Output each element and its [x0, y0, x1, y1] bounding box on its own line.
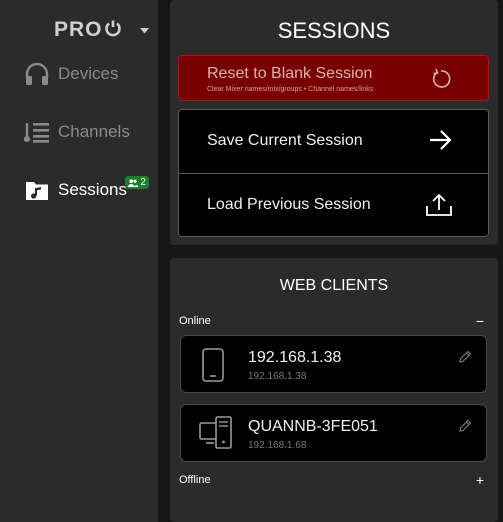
phone-icon: [201, 348, 225, 387]
online-section-label: Online: [179, 315, 211, 327]
badge-count: 2: [140, 177, 146, 188]
sidebar-item-channels[interactable]: Channels: [24, 117, 130, 147]
session-actions: Save Current Session Load Previous Sessi…: [178, 109, 489, 237]
sessions-folder-icon: [24, 177, 50, 203]
reset-session-sublabel: Clear Mixer names/mix/groups • Channel n…: [207, 86, 374, 93]
edit-icon[interactable]: [458, 419, 472, 438]
sidebar: PRO Devices Channels Sessions 2: [0, 0, 158, 522]
edit-icon[interactable]: [458, 350, 472, 369]
client-ip: 192.168.1.38: [248, 371, 307, 382]
users-icon: [128, 178, 139, 187]
save-session-label: Save Current Session: [207, 132, 363, 149]
collapse-online-button[interactable]: −: [476, 313, 484, 329]
expand-offline-button[interactable]: +: [476, 472, 484, 488]
upload-icon: [426, 193, 452, 222]
web-clients-panel: WEB CLIENTS Online − 192.168.1.38 192.16…: [170, 258, 498, 522]
app-logo-menu[interactable]: PRO: [54, 18, 149, 42]
client-name: 192.168.1.38: [248, 349, 342, 366]
arrow-right-icon: [428, 129, 452, 156]
offline-section-label: Offline: [179, 474, 211, 486]
sidebar-item-label: Sessions: [58, 180, 127, 199]
sidebar-item-label: Devices: [58, 64, 119, 83]
reset-session-label: Reset to Blank Session: [207, 65, 373, 82]
reset-icon: [430, 68, 452, 95]
load-session-button[interactable]: Load Previous Session: [179, 174, 488, 237]
sidebar-item-sessions[interactable]: Sessions 2: [24, 175, 149, 205]
client-name: QUANNB-3FE051: [248, 418, 378, 435]
logo-text: PRO: [54, 18, 103, 41]
sidebar-item-devices[interactable]: Devices: [24, 59, 118, 89]
clients-count-badge: 2: [125, 176, 149, 189]
load-session-label: Load Previous Session: [207, 196, 371, 213]
web-clients-title: WEB CLIENTS: [279, 277, 389, 294]
headphones-icon: [24, 61, 50, 87]
sidebar-item-label-wrap: Sessions 2: [58, 176, 149, 200]
sessions-title: SESSIONS: [277, 18, 391, 43]
reset-session-button[interactable]: Reset to Blank Session Clear Mixer names…: [178, 55, 489, 101]
chevron-down-icon[interactable]: [139, 21, 149, 39]
sidebar-item-label: Channels: [58, 122, 130, 141]
channels-icon: [24, 119, 50, 145]
client-ip: 192.168.1.68: [248, 440, 307, 451]
client-card[interactable]: 192.168.1.38 192.168.1.38: [180, 335, 487, 393]
desktop-icon: [199, 416, 235, 455]
client-card[interactable]: QUANNB-3FE051 192.168.1.68: [180, 404, 487, 462]
save-session-button[interactable]: Save Current Session: [179, 110, 488, 173]
sessions-panel: SESSIONS Reset to Blank Session Clear Mi…: [170, 0, 498, 245]
power-icon: [104, 19, 122, 42]
